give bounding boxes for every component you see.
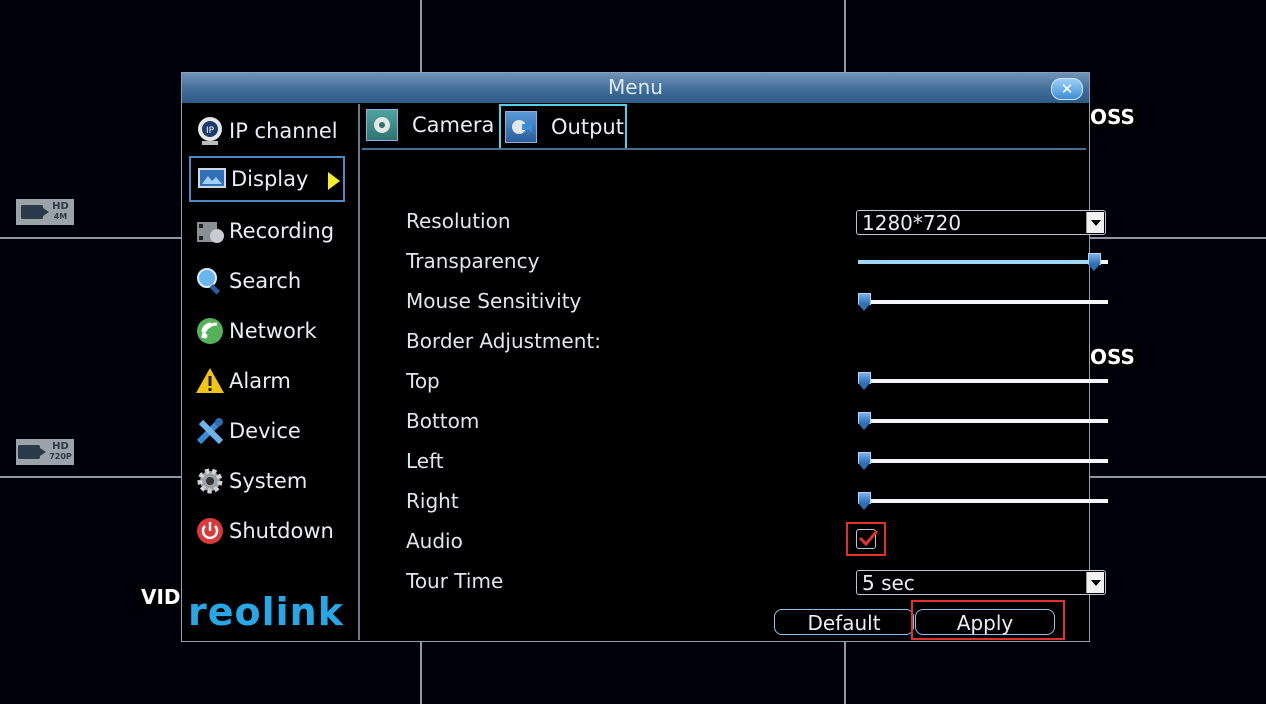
ip-camera-icon: IP bbox=[195, 116, 225, 146]
hd-label: HD 4M bbox=[52, 202, 69, 222]
slider-track bbox=[858, 300, 1108, 304]
sidebar-item-recording[interactable]: Recording bbox=[189, 208, 345, 254]
sidebar-item-label: IP channel bbox=[229, 119, 338, 143]
sidebar-item-search[interactable]: Search bbox=[189, 258, 345, 304]
device-icon bbox=[195, 416, 225, 446]
hd-label: HD 720P bbox=[49, 442, 72, 462]
slider-handle[interactable] bbox=[858, 412, 871, 431]
audio-checkbox[interactable] bbox=[856, 529, 879, 549]
tour-time-label: Tour Time bbox=[406, 569, 504, 593]
sidebar-item-shutdown[interactable]: Shutdown bbox=[189, 508, 345, 554]
left-slider[interactable] bbox=[858, 452, 1108, 470]
slider-track bbox=[858, 379, 1108, 383]
camera-hd-badge: HD 720P bbox=[16, 439, 74, 465]
sidebar-item-label: Search bbox=[229, 269, 302, 293]
reolink-logo: reolink bbox=[188, 590, 344, 634]
title-bar[interactable]: Menu ✕ bbox=[182, 73, 1089, 103]
slider-track bbox=[858, 419, 1108, 423]
tour-time-select[interactable]: 5 sec bbox=[856, 570, 1106, 595]
window-title: Menu bbox=[608, 75, 663, 99]
sidebar-item-network[interactable]: Network bbox=[189, 308, 345, 354]
default-button[interactable]: Default bbox=[774, 609, 914, 635]
slider-handle[interactable] bbox=[858, 452, 871, 471]
bottom-label: Bottom bbox=[406, 409, 480, 433]
transparency-slider[interactable] bbox=[858, 253, 1108, 271]
sidebar-item-label: System bbox=[229, 469, 308, 493]
left-label: Left bbox=[406, 449, 444, 473]
sidebar: IP IP channel Display Recording Search N… bbox=[185, 104, 360, 640]
active-arrow-icon bbox=[328, 172, 340, 190]
power-icon bbox=[195, 516, 225, 546]
sidebar-item-device[interactable]: Device bbox=[189, 408, 345, 454]
resolution-select[interactable]: 1280*720 bbox=[856, 210, 1106, 235]
recording-icon bbox=[195, 216, 225, 246]
camera-icon bbox=[18, 445, 47, 459]
mouse-sensitivity-slider[interactable] bbox=[858, 293, 1108, 311]
audio-label: Audio bbox=[406, 529, 463, 553]
camera-icon bbox=[21, 205, 50, 219]
checkmark-icon bbox=[858, 530, 879, 547]
camera-settings-icon bbox=[366, 109, 398, 141]
channel-overlay-label: OSS bbox=[1086, 345, 1139, 369]
slider-track bbox=[858, 459, 1108, 463]
hd-sub-text: 720P bbox=[49, 452, 72, 461]
sidebar-item-label: Device bbox=[229, 419, 301, 443]
hd-text: HD bbox=[52, 441, 69, 452]
output-settings-icon bbox=[505, 111, 537, 143]
hd-text: HD bbox=[52, 201, 69, 212]
gear-icon bbox=[195, 466, 225, 496]
tab-label: Camera bbox=[412, 113, 495, 137]
sidebar-item-label: Network bbox=[229, 319, 317, 343]
right-slider[interactable] bbox=[858, 492, 1108, 510]
chevron-down-icon[interactable] bbox=[1086, 212, 1104, 233]
search-icon bbox=[195, 266, 225, 296]
slider-handle[interactable] bbox=[858, 293, 871, 312]
top-slider[interactable] bbox=[858, 372, 1108, 390]
tour-time-value: 5 sec bbox=[862, 571, 915, 595]
slider-handle[interactable] bbox=[1087, 253, 1101, 272]
tab-camera[interactable]: Camera bbox=[362, 104, 498, 146]
camera-hd-badge: HD 4M bbox=[16, 199, 74, 225]
apply-highlight bbox=[911, 600, 1065, 640]
slider-track bbox=[858, 499, 1108, 503]
menu-window: Menu ✕ IP IP channel Display Recording S… bbox=[181, 72, 1108, 642]
tab-bar: Camera Output bbox=[362, 104, 1086, 150]
channel-overlay-label: VID bbox=[137, 585, 185, 609]
sidebar-item-label: Recording bbox=[229, 219, 335, 243]
close-icon: ✕ bbox=[1060, 80, 1074, 98]
audio-highlight bbox=[846, 522, 886, 556]
resolution-label: Resolution bbox=[406, 209, 511, 233]
tab-output[interactable]: Output bbox=[499, 104, 627, 148]
chevron-down-icon[interactable] bbox=[1086, 572, 1104, 593]
slider-handle[interactable] bbox=[858, 372, 871, 391]
sidebar-item-display[interactable]: Display bbox=[189, 156, 345, 202]
channel-overlay-label: OSS bbox=[1086, 105, 1139, 129]
network-icon bbox=[195, 316, 225, 346]
svg-text:IP: IP bbox=[206, 126, 215, 136]
bottom-slider[interactable] bbox=[858, 412, 1108, 430]
right-label: Right bbox=[406, 489, 459, 513]
slider-fill bbox=[858, 260, 1095, 264]
transparency-label: Transparency bbox=[406, 249, 540, 273]
sidebar-item-label: Shutdown bbox=[229, 519, 334, 543]
display-icon bbox=[197, 164, 227, 194]
sidebar-item-label: Display bbox=[231, 167, 309, 191]
tab-label: Output bbox=[551, 115, 624, 139]
mouse-sensitivity-label: Mouse Sensitivity bbox=[406, 289, 582, 313]
close-button[interactable]: ✕ bbox=[1051, 78, 1083, 100]
hd-sub-text: 4M bbox=[53, 212, 68, 221]
resolution-value: 1280*720 bbox=[862, 211, 962, 235]
sidebar-item-system[interactable]: System bbox=[189, 458, 345, 504]
top-label: Top bbox=[406, 369, 440, 393]
sidebar-item-label: Alarm bbox=[229, 369, 291, 393]
sidebar-item-ip-channel[interactable]: IP IP channel bbox=[189, 108, 345, 154]
settings-panel: Camera Output Resolution 1280*720 Transp… bbox=[360, 104, 1108, 640]
alarm-icon bbox=[195, 366, 225, 396]
slider-handle[interactable] bbox=[858, 492, 871, 511]
sidebar-item-alarm[interactable]: Alarm bbox=[189, 358, 345, 404]
border-adjustment-label: Border Adjustment: bbox=[406, 329, 601, 353]
